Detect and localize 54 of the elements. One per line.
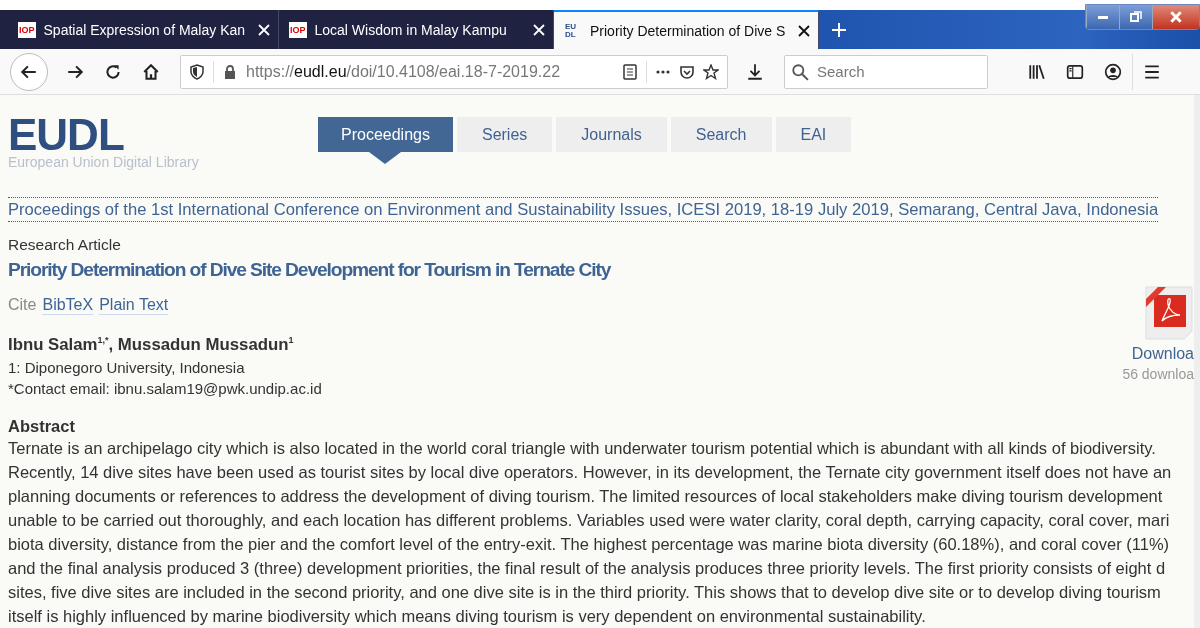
- search-field[interactable]: Search: [784, 54, 988, 89]
- browser-tab[interactable]: EUDL Priority Determination of Dive S: [554, 10, 819, 50]
- download-count: 56 downloa: [1122, 366, 1194, 382]
- author-list: Ibnu Salam$^{1,*}$, Mussadun Mussadun$^{1}$: [8, 335, 322, 355]
- sidebar-icon[interactable]: [1066, 62, 1084, 81]
- pdf-file-icon[interactable]: [1144, 285, 1194, 341]
- article-title: Priority Determination of Dive Site Development for Tourism in Ternate City: [8, 259, 612, 281]
- logo-subtitle: European Union Digital Library: [8, 154, 200, 170]
- pocket-icon[interactable]: [679, 63, 695, 80]
- favicon-icon: IOP: [18, 21, 36, 38]
- restore-button[interactable]: [1119, 5, 1152, 29]
- download-link[interactable]: Downloa: [1131, 345, 1194, 363]
- account-icon[interactable]: [1104, 62, 1122, 81]
- close-button[interactable]: [1152, 5, 1199, 29]
- abstract-heading: Abstract: [8, 417, 76, 436]
- pointer-icon: [369, 152, 402, 164]
- nav-tab[interactable]: Series: [456, 117, 553, 152]
- article-type: Research Article: [8, 236, 122, 254]
- shield-icon[interactable]: [189, 63, 205, 80]
- cite-link[interactable]: Plain Text: [99, 296, 169, 315]
- favicon-icon: IOP: [289, 21, 307, 38]
- contact-email: *Contact email: ibnu.salam19@pwk.undip.ac.id: [8, 380, 322, 397]
- nav-tab[interactable]: Journals: [556, 117, 667, 152]
- library-icon[interactable]: [1028, 62, 1046, 81]
- proceedings-link[interactable]: Proceedings of the 1st International Conference on Environment and Sustainability Issues, ICESI 2019, 18-19 July 2019, Semarang, Central Java, Indonesia: [8, 197, 1159, 222]
- search-icon: [791, 62, 809, 81]
- nav-tab[interactable]: Search: [670, 117, 772, 152]
- tab-title: Spatial Expression of Malay Kan: [43, 21, 247, 38]
- affiliation-text: 1: Diponegoro University, Indonesia: [8, 359, 246, 376]
- search-input[interactable]: Search: [815, 62, 979, 82]
- favicon-icon: EUDL: [564, 22, 582, 39]
- minimize-icon: [1098, 15, 1108, 19]
- menu-icon[interactable]: [1143, 62, 1161, 81]
- restore-icon: [1130, 11, 1142, 23]
- home-icon[interactable]: [142, 62, 160, 81]
- new-tab-icon[interactable]: [831, 21, 847, 38]
- lock-icon: [222, 63, 238, 80]
- reader-view-icon[interactable]: [622, 63, 638, 80]
- nav-tab[interactable]: EAI: [775, 117, 852, 152]
- star-icon[interactable]: [703, 63, 719, 80]
- tab-title: Local Wisdom in Malay Kampu: [314, 21, 508, 38]
- tab-title: Priority Determination of Dive S: [590, 22, 787, 39]
- cite-label: Cite: [8, 296, 37, 314]
- download-icon[interactable]: [746, 62, 764, 81]
- reload-icon[interactable]: [104, 62, 122, 81]
- minimize-button[interactable]: [1086, 5, 1119, 29]
- address-bar[interactable]: https://eudl.eu/doi/10.4108/eai.18-7-2019.22: [180, 54, 728, 89]
- close-icon[interactable]: [798, 24, 810, 37]
- cite-link[interactable]: BibTeX: [42, 296, 94, 315]
- abstract-text: Ternate is an archipelago city which is also located in the world coral triangle with underwater tourism potential which is abundant with all kinds of biodiversity. Recently, 14 dive sites have been used as tourist sites by local dive operators. However, in its development, the Ternate city government itself does not have an planning documents or references to address the development of diving tourism. The limited resources of local stakeholders make diving tourism development unable to be carried out thoroughly, and each location has different problems. Variables used were water clarity, coral depth, carrying capacity, coral cover, mari biota diversity, distance from the pier and the comfort level of the entry-exit. The highest percentage was marine biota diversity (60.18%), and coral cover (11%) and the final analysis produced 3 (three) development priorities, the final result of the analysis produces three priority levels. The first priority consists of eight d sites, five dive sites are included in the second priority, and one dive site is in the third priority. This shows that to develop dive site or to develop diving tourism itself is highly influenced by marine biodiversity which means diving tourism is very dependent on environmental sustainability.: [8, 438, 1173, 627]
- close-icon: [1169, 10, 1183, 24]
- logo[interactable]: EUDL: [8, 117, 124, 153]
- url-text[interactable]: https://eudl.eu/doi/10.4108/eai.18-7-2019.22: [246, 62, 614, 81]
- back-button[interactable]: [10, 52, 48, 91]
